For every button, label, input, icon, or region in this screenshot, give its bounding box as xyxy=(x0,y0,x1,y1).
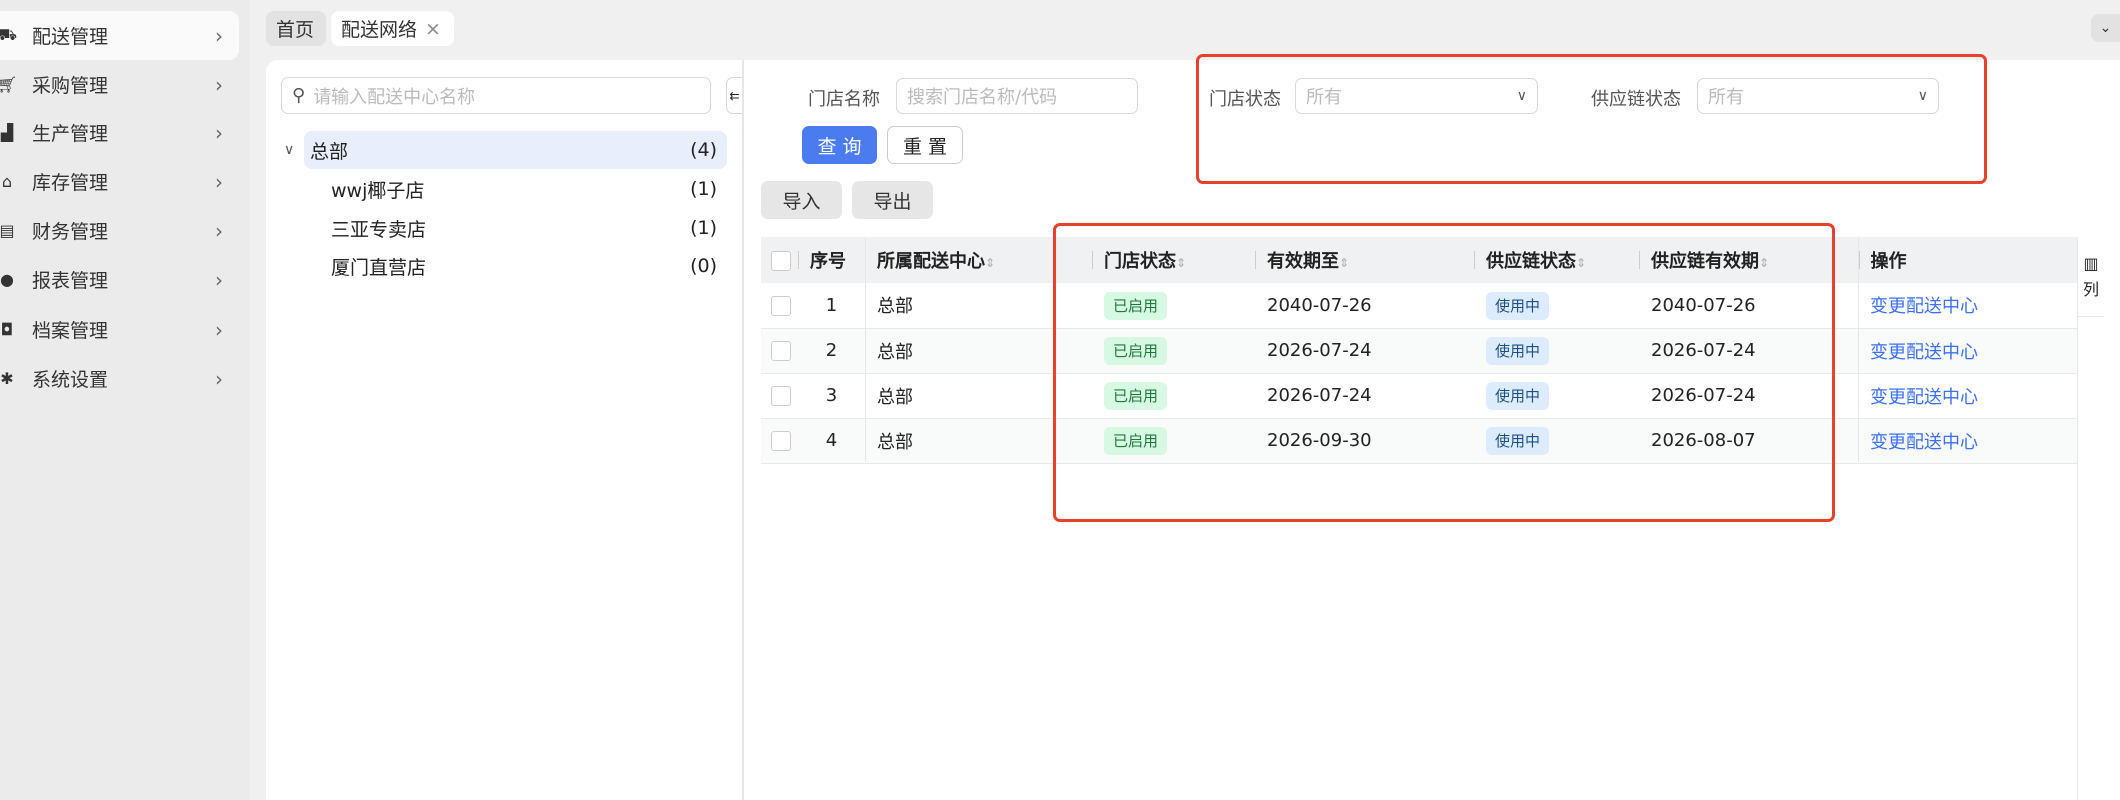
divider xyxy=(2077,317,2078,800)
store-name-label: 门店名称 xyxy=(808,89,880,110)
tree-node-headquarters[interactable]: ∨ 总部 (4) xyxy=(284,131,727,169)
query-button[interactable]: 查 询 xyxy=(802,126,877,164)
chevron-right-icon: › xyxy=(215,218,223,243)
column-settings-label: 列 xyxy=(2082,280,2099,299)
row-checkbox[interactable] xyxy=(771,386,791,406)
import-button[interactable]: 导入 xyxy=(761,181,842,219)
divider xyxy=(865,237,866,462)
chevron-right-icon: › xyxy=(215,366,223,391)
sidebar-item-label: 配送管理 xyxy=(32,26,109,48)
row-checkbox[interactable] xyxy=(771,341,791,361)
sidebar-item-label: 库存管理 xyxy=(32,172,109,194)
highlight-box-columns xyxy=(1053,223,1835,522)
tree-node-label: 三亚专卖店 xyxy=(331,218,427,241)
tab-home[interactable]: 首页 xyxy=(266,11,326,46)
chevron-down-icon[interactable]: ∨ xyxy=(284,142,294,158)
change-center-link[interactable]: 变更配送中心 xyxy=(1870,387,1978,408)
tree-node[interactable]: 三亚专卖店 (1) xyxy=(304,209,727,247)
tree-node[interactable]: wwj椰子店 (1) xyxy=(304,170,727,208)
tab-label: 首页 xyxy=(276,19,315,41)
chevron-right-icon: › xyxy=(215,267,223,292)
finance-icon: ▤ xyxy=(0,221,15,240)
collapse-icon: ⇇ xyxy=(729,88,740,103)
sidebar-item-delivery[interactable]: ⛟ 配送管理 › xyxy=(0,11,239,60)
search-icon: ⚲ xyxy=(292,85,306,106)
sidebar-item-label: 生产管理 xyxy=(32,123,109,145)
tab-label: 配送网络 xyxy=(341,19,418,41)
change-center-link[interactable]: 变更配送中心 xyxy=(1870,296,1978,317)
divider xyxy=(1858,237,1859,462)
sidebar-item-production[interactable]: ▟ 生产管理 › xyxy=(0,108,239,157)
sidebar-item-label: 财务管理 xyxy=(32,221,109,243)
change-center-link[interactable]: 变更配送中心 xyxy=(1870,342,1978,363)
tree-node-label: wwj椰子店 xyxy=(331,179,425,202)
tree-node-count: (0) xyxy=(690,255,717,277)
chevron-right-icon: › xyxy=(215,317,223,342)
tree-node-count: (1) xyxy=(690,178,717,200)
row-checkbox[interactable] xyxy=(771,431,791,451)
tabs-dropdown-button[interactable]: ⌄ xyxy=(2091,14,2120,42)
sidebar-item-label: 档案管理 xyxy=(32,320,109,342)
tab-delivery-network[interactable]: 配送网络 × xyxy=(331,11,454,46)
sidebar-item-settings[interactable]: ✱ 系统设置 › xyxy=(0,354,239,403)
store-name-input[interactable]: 搜索门店名称/代码 xyxy=(896,78,1138,114)
globe-icon: ● xyxy=(0,270,14,289)
sidebar-item-archive[interactable]: ◘ 档案管理 › xyxy=(0,305,239,354)
collapse-tree-button[interactable]: ⇇ xyxy=(726,77,742,114)
gear-icon: ✱ xyxy=(0,369,14,388)
chevron-right-icon: › xyxy=(215,72,223,97)
reset-button[interactable]: 重 置 xyxy=(887,126,963,164)
sidebar-item-reports[interactable]: ● 报表管理 › xyxy=(0,255,239,304)
change-center-link[interactable]: 变更配送中心 xyxy=(1870,432,1978,453)
chevron-right-icon: › xyxy=(215,23,223,48)
sort-icon[interactable]: ⇕ xyxy=(985,256,995,270)
cell-no: 4 xyxy=(798,418,865,464)
sidebar-item-label: 报表管理 xyxy=(32,270,109,292)
sidebar-item-label: 系统设置 xyxy=(32,369,109,391)
inbox-icon: ◘ xyxy=(0,320,14,339)
tree-node-label: 总部 xyxy=(310,140,349,163)
row-checkbox[interactable] xyxy=(771,295,791,316)
header-no: 序号 xyxy=(810,251,846,272)
cell-no: 2 xyxy=(798,328,865,374)
sidebar-item-label: 采购管理 xyxy=(32,75,109,97)
tree-node-label: 厦门直营店 xyxy=(331,256,427,279)
chevron-down-icon: ⌄ xyxy=(2099,20,2112,36)
tree-node-count: (4) xyxy=(690,139,717,161)
search-placeholder: 请输入配送中心名称 xyxy=(313,86,476,108)
cell-no: 3 xyxy=(798,373,865,419)
warehouse-icon: ⌂ xyxy=(1,172,13,191)
chevron-right-icon: › xyxy=(215,169,223,194)
header-center[interactable]: 所属配送中心 xyxy=(877,251,985,272)
sidebar-item-finance[interactable]: ▤ 财务管理 › xyxy=(0,206,239,255)
columns-icon: ▥ xyxy=(2083,254,2099,273)
cell-no: 1 xyxy=(798,283,865,329)
sidebar: ⛟ 配送管理 › 🛒︎ 采购管理 › ▟ 生产管理 › ⌂ 库存管理 › ▤ 财务管理 › ● 报表管… xyxy=(0,0,250,800)
header-actions: 操作 xyxy=(1870,251,1907,272)
sidebar-item-purchase[interactable]: 🛒︎ 采购管理 › xyxy=(0,60,239,109)
truck-icon: ⛟ xyxy=(0,25,18,44)
select-all-checkbox[interactable] xyxy=(771,250,791,271)
cart-icon: 🛒︎ xyxy=(0,75,18,94)
column-settings-button[interactable]: ▥ 列 xyxy=(2077,237,2104,317)
close-icon[interactable]: × xyxy=(425,18,441,40)
factory-icon: ▟ xyxy=(0,123,14,142)
tree-search-input[interactable]: ⚲ 请输入配送中心名称 xyxy=(281,77,711,114)
store-name-placeholder: 搜索门店名称/代码 xyxy=(907,87,1058,108)
highlight-box-filters xyxy=(1196,54,1987,184)
chevron-right-icon: › xyxy=(215,120,223,145)
tree-node-count: (1) xyxy=(690,217,717,239)
export-button[interactable]: 导出 xyxy=(852,181,933,219)
tree-node[interactable]: 厦门直营店 (0) xyxy=(304,247,727,285)
sidebar-item-inventory[interactable]: ⌂ 库存管理 › xyxy=(0,157,239,206)
